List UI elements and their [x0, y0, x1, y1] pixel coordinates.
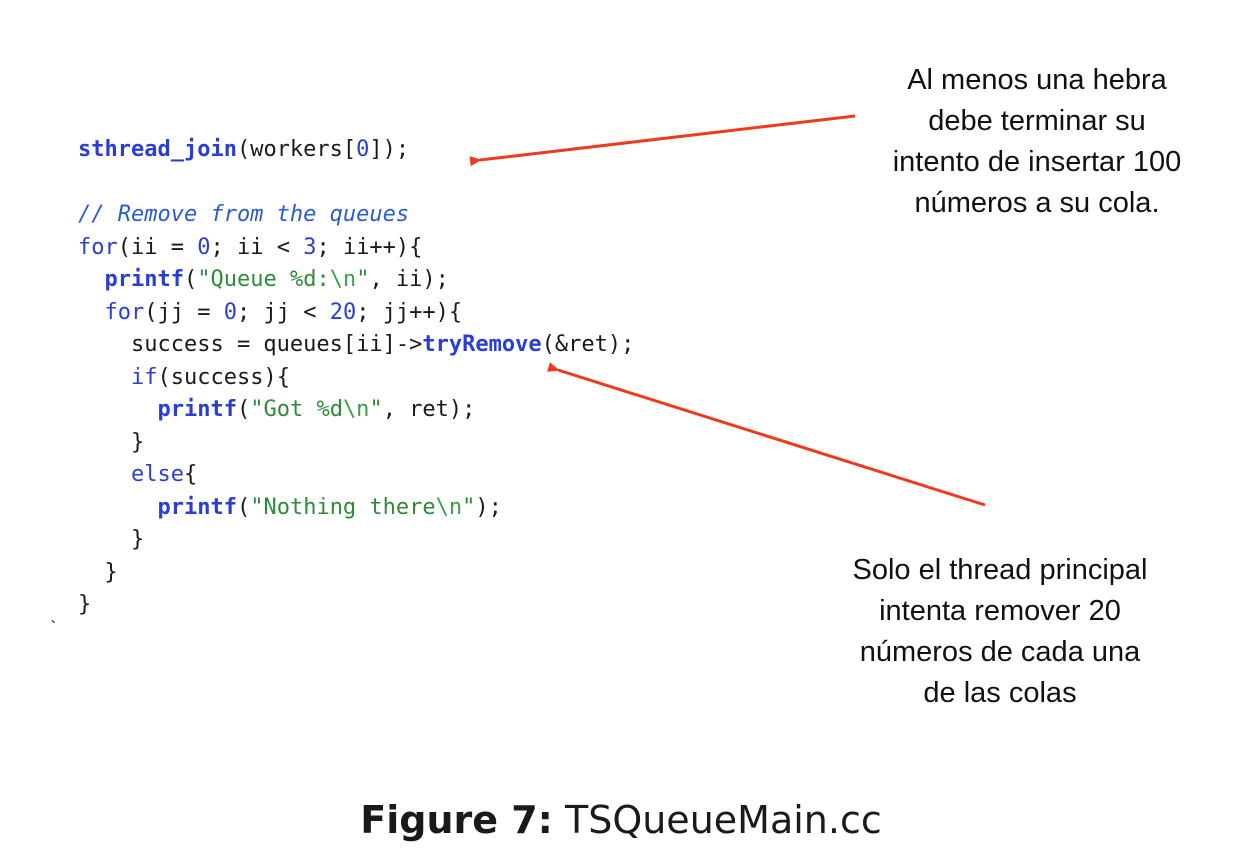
figure-caption: Figure 7: TSQueueMain.cc	[0, 798, 1242, 842]
caption-text: TSQueueMain.cc	[564, 798, 882, 842]
arrow-to-sthread-join	[469, 114, 856, 167]
caption-label: Figure 7:	[360, 798, 553, 842]
stray-mark: `	[50, 618, 58, 637]
arrows-layer	[469, 114, 986, 507]
arrow-to-try-remove	[546, 362, 986, 507]
